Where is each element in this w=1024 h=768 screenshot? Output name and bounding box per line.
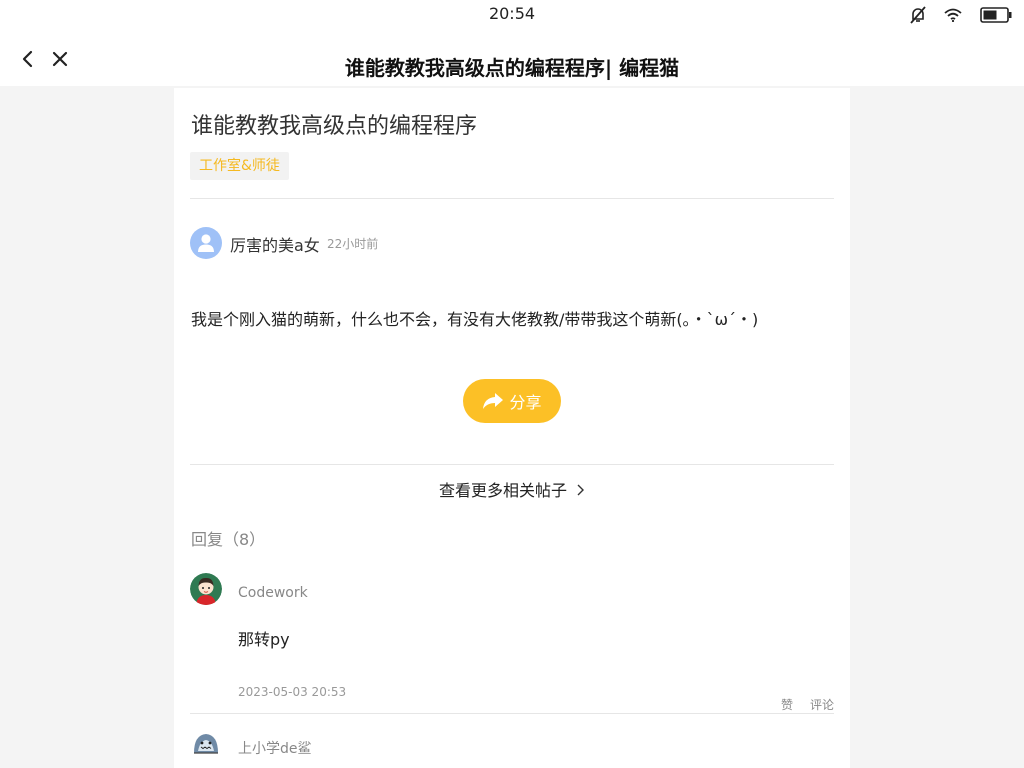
divider [190, 198, 834, 199]
reply-username[interactable]: 上小学de鲨 [238, 738, 312, 758]
post-time: 22小时前 [327, 237, 379, 251]
status-bar: 20:54 [0, 0, 1024, 30]
mute-icon [910, 6, 926, 24]
reply-date: 2023-05-03 20:53 [238, 685, 347, 699]
share-icon [483, 393, 504, 409]
post-tag[interactable]: 工作室&师徒 [190, 152, 289, 180]
reply-username[interactable]: Codework [238, 585, 308, 601]
comment-button[interactable]: 评论 [810, 696, 834, 713]
chevron-right-icon [577, 484, 585, 496]
status-time: 20:54 [488, 4, 536, 23]
post-card: 谁能教教我高级点的编程程序 工作室&师徒 厉害的美a女 22小时前 我是个刚入猫… [174, 88, 850, 768]
divider [190, 464, 834, 465]
wifi-icon [944, 8, 962, 22]
share-button[interactable]: 分享 [463, 379, 561, 423]
status-icons [892, 5, 1012, 25]
reply-avatar[interactable] [190, 727, 222, 759]
user-icon [198, 234, 214, 252]
replies-heading: 回复（8） [191, 530, 266, 549]
title-bar: 谁能教教我高级点的编程程序| 编程猫 [0, 30, 1024, 86]
reply-avatar[interactable] [190, 573, 222, 605]
author-name[interactable]: 厉害的美a女 [230, 232, 320, 256]
battery-icon [980, 7, 1012, 23]
more-posts-label: 查看更多相关帖子 [438, 481, 567, 500]
reply-text: 那转py [238, 630, 290, 649]
divider [190, 713, 834, 714]
post-body: 我是个刚入猫的萌新，什么也不会，有没有大佬教教/带带我这个萌新(｡・`ω´・) [191, 310, 759, 329]
author-avatar[interactable] [190, 227, 222, 259]
like-button[interactable]: 赞 [781, 696, 793, 713]
more-posts-link[interactable]: 查看更多相关帖子 [190, 477, 834, 501]
post-title: 谁能教教我高级点的编程程序 [191, 114, 478, 139]
share-label: 分享 [509, 393, 542, 412]
page-title: 谁能教教我高级点的编程程序| 编程猫 [344, 56, 680, 80]
